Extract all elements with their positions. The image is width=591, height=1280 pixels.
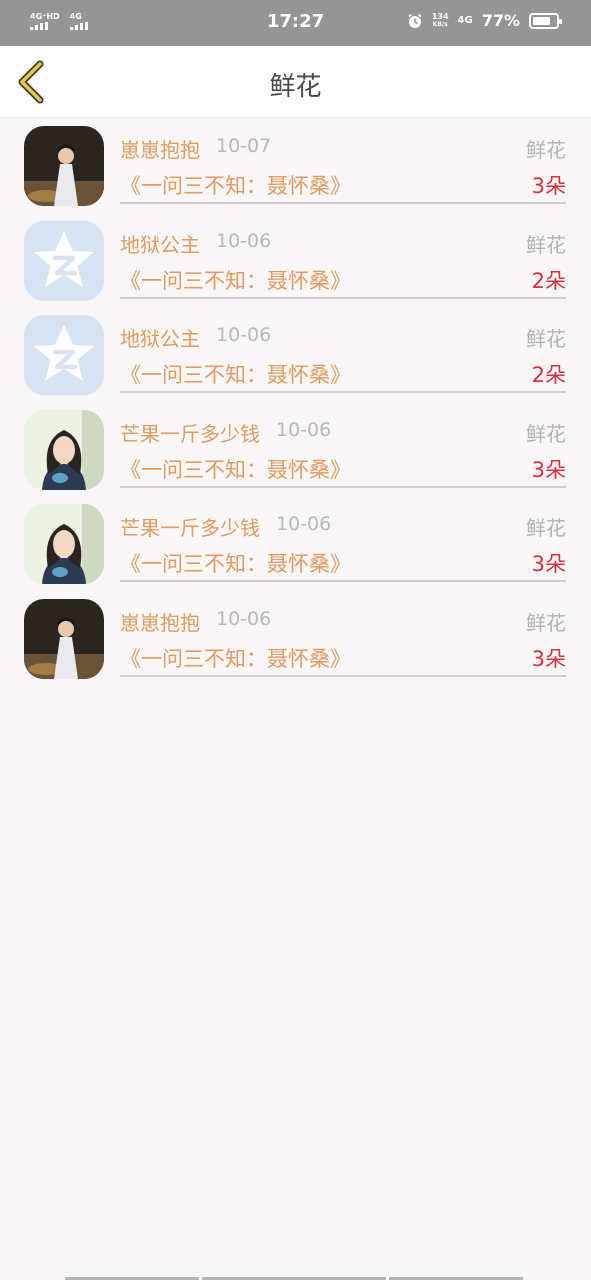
gift-count: 2朵	[531, 363, 566, 388]
gift-type: 鲜花	[526, 516, 566, 541]
work-title[interactable]: 《一问三不知：聂怀桑》	[120, 170, 351, 200]
work-title[interactable]: 《一问三不知：聂怀桑》	[120, 643, 351, 673]
list-item-content: 地狱公主 10-06 鲜花 《一问三不知：聂怀桑》 2朵	[120, 309, 566, 394]
gift-date: 10-06	[276, 418, 332, 441]
speed-unit: KB/s	[432, 20, 448, 28]
list-item-content: 芒果一斤多少钱 10-06 鲜花 《一问三不知：聂怀桑》 3朵	[120, 404, 566, 488]
avatar[interactable]	[24, 315, 104, 396]
gift-date: 10-06	[216, 324, 272, 347]
sender-name[interactable]: 地狱公主	[120, 229, 200, 258]
alarm-icon	[408, 13, 422, 28]
header: 鲜花	[0, 46, 591, 118]
girl-avatar-icon	[24, 504, 104, 585]
list-item-content: 崽崽抱抱 10-07 鲜花 《一问三不知：聂怀桑》 3朵	[120, 120, 566, 204]
avatar[interactable]	[24, 504, 104, 585]
list-item[interactable]: 地狱公主 10-06 鲜花 《一问三不知：聂怀桑》 2朵	[0, 215, 591, 310]
speed-value: 134	[431, 11, 449, 21]
network-speed: 134 KB/s	[431, 11, 449, 29]
gift-count: 3朵	[531, 174, 566, 198]
avatar[interactable]	[24, 409, 104, 490]
swordsman-avatar-icon	[24, 126, 104, 206]
swordsman-avatar-icon	[24, 598, 104, 679]
gift-type: 鲜花	[526, 610, 566, 635]
network-type: 4G	[457, 15, 473, 26]
gift-type: 鲜花	[526, 421, 566, 446]
list-item-content: 芒果一斤多少钱 10-06 鲜花 《一问三不知：聂怀桑》 3朵	[120, 498, 566, 583]
work-title[interactable]: 《一问三不知：聂怀桑》	[120, 359, 351, 389]
battery-level	[533, 16, 550, 25]
list-item-content: 地狱公主 10-06 鲜花 《一问三不知：聂怀桑》 2朵	[120, 215, 566, 299]
battery-percent: 77%	[481, 11, 520, 30]
gift-type: 鲜花	[526, 138, 566, 162]
status-right: 134 KB/s 4G 77%	[407, 11, 562, 30]
qzone-star-icon	[24, 220, 104, 301]
qzone-star-icon	[24, 315, 104, 396]
battery-icon	[529, 12, 562, 29]
sender-name[interactable]: 芒果一斤多少钱	[120, 418, 260, 447]
list-item[interactable]: 崽崽抱抱 10-07 鲜花 《一问三不知：聂怀桑》 3朵	[0, 120, 591, 215]
gift-count: 2朵	[531, 268, 566, 293]
work-title[interactable]: 《一问三不知：聂怀桑》	[120, 265, 351, 295]
page-title: 鲜花	[269, 72, 322, 102]
gift-date: 10-06	[216, 607, 272, 630]
work-title[interactable]: 《一问三不知：聂怀桑》	[120, 454, 351, 484]
list-item[interactable]: 芒果一斤多少钱 10-06 鲜花 《一问三不知：聂怀桑》 3朵	[0, 404, 591, 499]
avatar[interactable]	[24, 598, 104, 679]
gift-date: 10-06	[216, 229, 272, 252]
gift-type: 鲜花	[526, 232, 566, 257]
sender-name[interactable]: 崽崽抱抱	[120, 134, 200, 163]
sender-name[interactable]: 地狱公主	[120, 323, 200, 352]
gift-list: 崽崽抱抱 10-07 鲜花 《一问三不知：聂怀桑》 3朵 地狱公主 10-06 …	[0, 120, 591, 688]
girl-avatar-icon	[24, 409, 104, 490]
gift-count: 3朵	[531, 457, 566, 482]
status-bar: 4G⁺HD 4G 17:27 134 KB/s 4G 77%	[0, 0, 591, 46]
gift-date: 10-06	[276, 513, 332, 536]
gift-type: 鲜花	[526, 327, 566, 352]
gift-count: 3朵	[531, 646, 566, 671]
list-item[interactable]: 崽崽抱抱 10-06 鲜花 《一问三不知：聂怀桑》 3朵	[0, 593, 591, 688]
list-item-content: 崽崽抱抱 10-06 鲜花 《一问三不知：聂怀桑》 3朵	[120, 593, 566, 677]
gift-date: 10-07	[216, 135, 272, 157]
sender-name[interactable]: 芒果一斤多少钱	[120, 512, 260, 541]
list-item[interactable]: 芒果一斤多少钱 10-06 鲜花 《一问三不知：聂怀桑》 3朵	[0, 498, 591, 593]
work-title[interactable]: 《一问三不知：聂怀桑》	[120, 548, 351, 578]
avatar[interactable]	[24, 220, 104, 301]
gift-count: 3朵	[531, 552, 566, 577]
avatar[interactable]	[24, 126, 104, 206]
list-item[interactable]: 地狱公主 10-06 鲜花 《一问三不知：聂怀桑》 2朵	[0, 309, 591, 404]
sender-name[interactable]: 崽崽抱抱	[120, 607, 200, 636]
